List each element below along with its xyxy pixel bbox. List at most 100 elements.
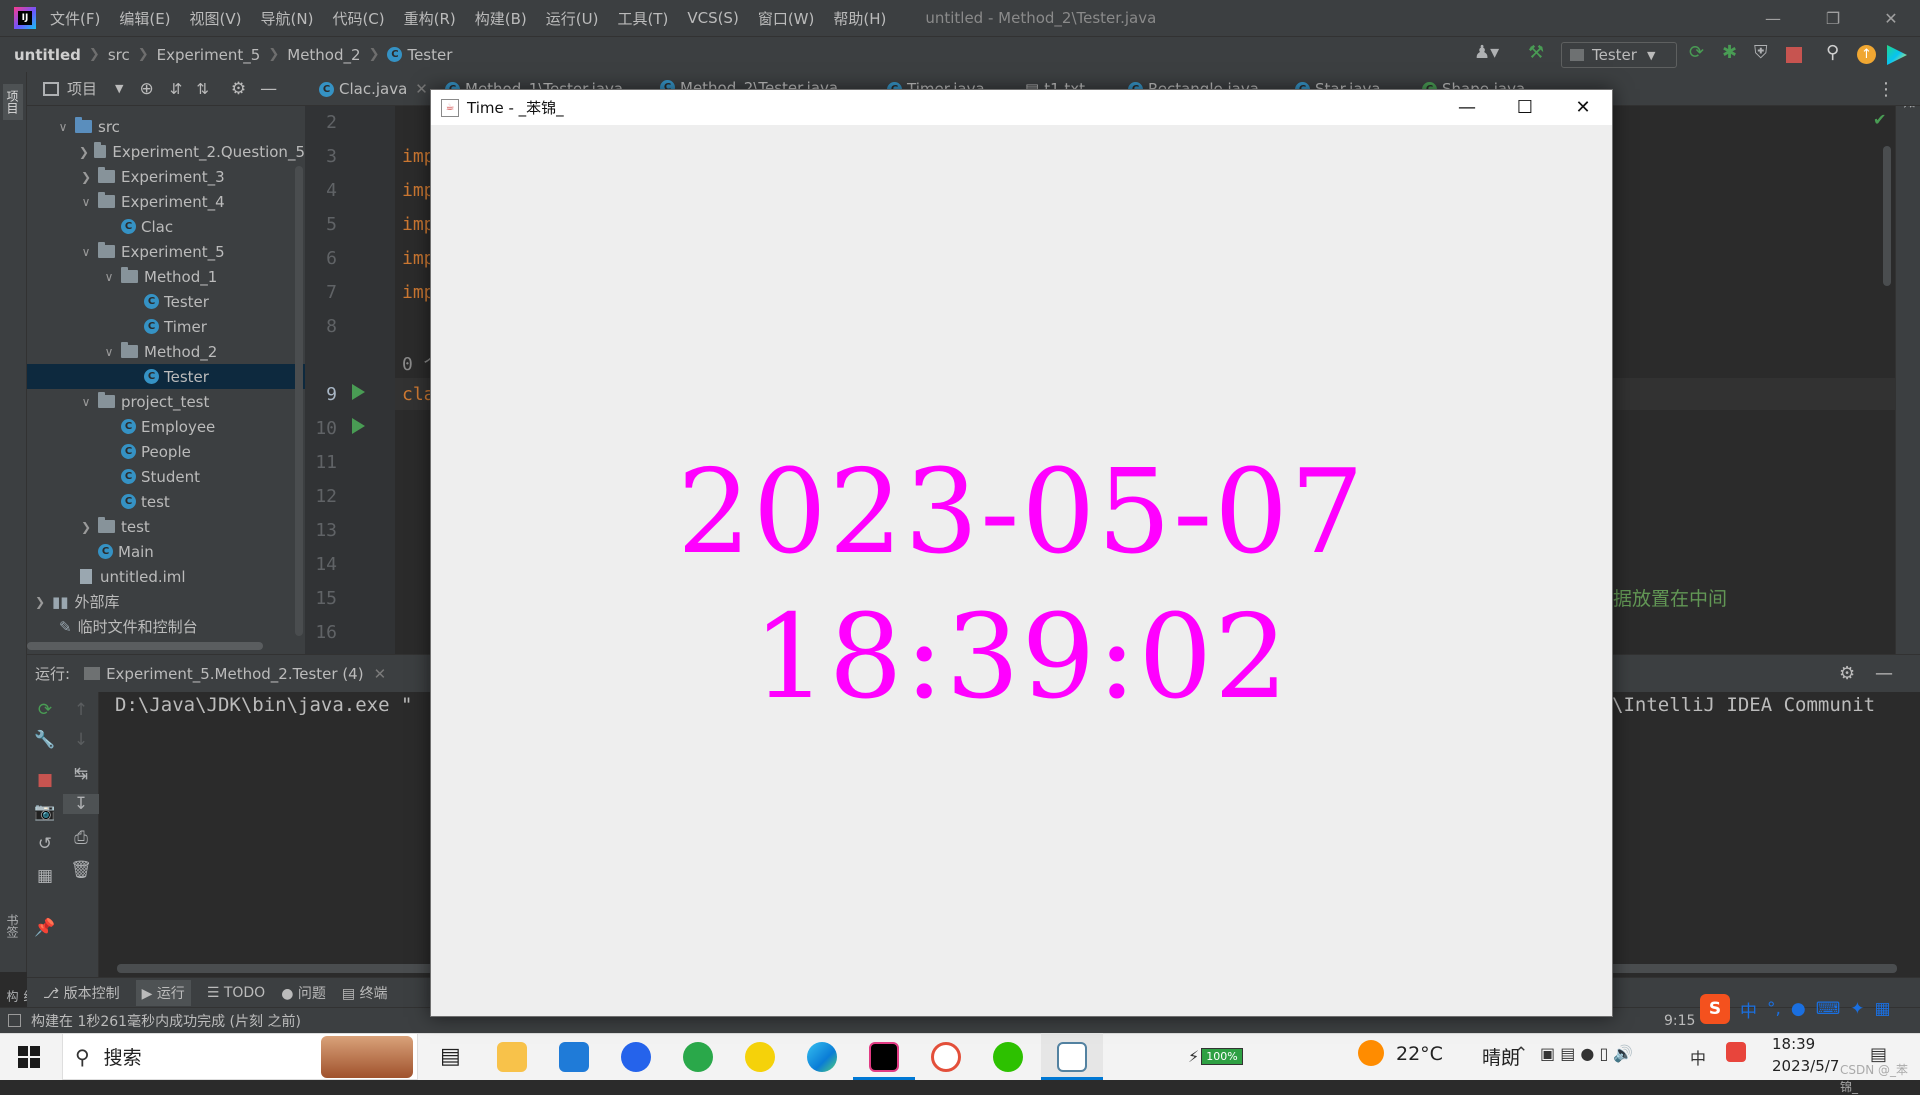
run-gutter-icon[interactable] — [352, 384, 365, 400]
tab-version-control[interactable]: ⎇ 版本控制 — [43, 983, 120, 1003]
locate-icon[interactable]: ⊕ — [139, 79, 153, 99]
microphone-icon[interactable]: ● — [1791, 999, 1806, 1019]
project-tool-button[interactable]: 项目 — [3, 84, 23, 120]
breadcrumb-subpackage[interactable]: Method_2 — [287, 46, 360, 64]
tree-node-package[interactable]: ❯ Experiment_3 — [27, 164, 305, 189]
taskbar-app-red[interactable] — [915, 1033, 977, 1080]
time-window-titlebar[interactable]: ☕ Time - _苯锦_ — ☐ ✕ — [431, 90, 1612, 125]
clock-date[interactable]: 2023/5/7 — [1772, 1057, 1839, 1075]
cursor-position[interactable]: 9:15 — [1664, 1013, 1695, 1029]
tree-node-package[interactable]: ∨ Experiment_4 — [27, 189, 305, 214]
tree-vertical-scrollbar[interactable] — [295, 166, 303, 636]
tree-node-package[interactable]: ∨ Method_1 — [27, 264, 305, 289]
rerun-icon[interactable]: ⟳ — [1689, 42, 1704, 63]
tree-node-class[interactable]: C Employee — [27, 414, 305, 439]
tree-node-package[interactable]: ❯ Experiment_2.Question_5 — [27, 139, 305, 164]
toolbox-icon[interactable]: ▦ — [1875, 999, 1891, 1019]
tree-node-package[interactable]: ∨ Method_2 — [27, 339, 305, 364]
menu-navigate[interactable]: 导航(N) — [261, 8, 314, 29]
ide-minimize-button[interactable]: — — [1744, 0, 1802, 36]
clock-time[interactable]: 18:39 — [1772, 1035, 1815, 1053]
print-icon[interactable]: ⎙ — [63, 828, 99, 848]
tab-terminal[interactable]: ▤ 终端 — [342, 983, 388, 1003]
tree-node-package[interactable]: ∨ project_test — [27, 389, 305, 414]
time-window-maximize-button[interactable]: ☐ — [1496, 90, 1554, 125]
status-toggle-icon[interactable] — [8, 1014, 21, 1027]
tab-clac[interactable]: C Clac.java ✕ — [319, 72, 428, 106]
tree-node-class[interactable]: C Tester — [27, 289, 305, 314]
hide-panel-icon[interactable]: — — [1875, 663, 1893, 684]
tree-node-class[interactable]: C Main — [27, 539, 305, 564]
punctuation-icon[interactable]: °, — [1767, 999, 1781, 1019]
taskbar-wechat[interactable] — [977, 1033, 1039, 1080]
menu-view[interactable]: 视图(V) — [190, 8, 242, 29]
keyboard-icon[interactable]: ⌨ — [1816, 999, 1841, 1019]
taskbar-edge[interactable] — [791, 1033, 853, 1080]
tree-node-class-selected[interactable]: C Tester — [27, 364, 305, 389]
debug-icon[interactable]: ✱ — [1722, 42, 1737, 63]
tree-node-package[interactable]: ∨ Experiment_5 — [27, 239, 305, 264]
wrench-icon[interactable]: 🔧 — [27, 730, 63, 750]
menu-file[interactable]: 文件(F) — [50, 8, 100, 29]
tray-icons[interactable]: ▣ ▤ ● ▯ 🔊 — [1540, 1044, 1633, 1063]
menu-window[interactable]: 窗口(W) — [758, 8, 815, 29]
coverage-icon[interactable]: ⛨ — [1754, 42, 1768, 63]
breadcrumb-src[interactable]: src — [108, 46, 130, 64]
exit-icon[interactable]: ↺ — [27, 834, 63, 854]
task-view-icon[interactable]: ▤ — [440, 1044, 461, 1069]
taskbar-file-explorer[interactable] — [481, 1033, 543, 1080]
collapse-all-icon[interactable]: ⇅ — [196, 80, 209, 98]
ide-restore-button[interactable]: ❐ — [1804, 0, 1862, 36]
arrow-down-icon[interactable]: ↓ — [63, 730, 99, 750]
layout-icon[interactable]: ▦ — [27, 866, 63, 886]
rerun-icon[interactable]: ⟳ — [27, 700, 63, 720]
trash-icon[interactable]: 🗑 — [63, 860, 99, 880]
tab-todo[interactable]: ☰ TODO — [207, 985, 265, 1001]
breadcrumb-project[interactable]: untitled — [14, 46, 81, 64]
menu-vcs[interactable]: VCS(S) — [687, 9, 738, 27]
user-icon[interactable]: ♟▾ — [1474, 42, 1499, 63]
tree-node-scratches[interactable]: ✎ 临时文件和控制台 — [27, 614, 305, 639]
taskbar-app-blue[interactable] — [605, 1033, 667, 1080]
menu-refactor[interactable]: 重构(R) — [404, 8, 456, 29]
bookmarks-tool-button[interactable]: 书签 — [4, 914, 21, 938]
chevron-up-icon[interactable]: ⌃ — [1514, 1044, 1528, 1064]
tree-node-libraries[interactable]: ❯ ▮▮ 外部库 — [27, 589, 305, 614]
scroll-to-end-icon[interactable]: ↧ — [63, 794, 99, 814]
project-panel-title[interactable]: 项目 — [67, 78, 97, 99]
ide-close-button[interactable]: ✕ — [1862, 0, 1920, 36]
menu-run[interactable]: 运行(U) — [546, 8, 599, 29]
notification-icon[interactable]: ▤ — [1870, 1044, 1887, 1065]
run-gutter-icon[interactable] — [352, 418, 365, 434]
time-window-close-button[interactable]: ✕ — [1554, 90, 1612, 125]
time-window[interactable]: ☕ Time - _苯锦_ — ☐ ✕ 2023-05-07 18:39:02 — [430, 89, 1613, 1017]
menu-help[interactable]: 帮助(H) — [833, 8, 886, 29]
taskbar-ie[interactable] — [667, 1033, 729, 1080]
menu-build[interactable]: 构建(B) — [475, 8, 527, 29]
gear-icon[interactable]: ⚙ — [231, 79, 246, 99]
ime-chinese-mode[interactable]: 中 — [1740, 997, 1757, 1022]
search-icon[interactable]: ⚲ — [1826, 42, 1839, 63]
expand-all-icon[interactable]: ⇵ — [170, 80, 183, 98]
taskbar-search-box[interactable]: ⚲ 搜索 — [62, 1033, 418, 1080]
breadcrumb-package[interactable]: Experiment_5 — [157, 46, 261, 64]
skin-icon[interactable]: ✦ — [1850, 999, 1864, 1019]
update-icon[interactable]: ↑ — [1857, 45, 1876, 64]
build-hammer-icon[interactable]: ⚒ — [1528, 42, 1544, 63]
windows-start-icon[interactable] — [18, 1046, 40, 1068]
taskbar-music[interactable] — [729, 1033, 791, 1080]
menu-code[interactable]: 代码(C) — [332, 8, 384, 29]
time-window-minimize-button[interactable]: — — [1438, 90, 1496, 125]
tree-node-file[interactable]: untitled.iml — [27, 564, 305, 589]
weather-sun-icon[interactable] — [1358, 1040, 1384, 1066]
ime-toolbar[interactable]: S 中 °, ● ⌨ ✦ ▦ — [1700, 993, 1915, 1025]
tree-node-class[interactable]: C Clac — [27, 214, 305, 239]
inspection-ok-icon[interactable]: ✔ — [1873, 110, 1886, 129]
camera-icon[interactable]: 📷 — [27, 802, 63, 822]
tree-node-class[interactable]: C Timer — [27, 314, 305, 339]
hide-panel-icon[interactable]: — — [260, 79, 277, 99]
pin-icon[interactable]: 📌 — [27, 918, 63, 938]
battery-indicator[interactable]: ⚡ 100% — [1188, 1046, 1243, 1066]
stop-icon[interactable] — [1786, 47, 1802, 63]
run-tab[interactable]: Experiment_5.Method_2.Tester (4) — [106, 665, 364, 683]
